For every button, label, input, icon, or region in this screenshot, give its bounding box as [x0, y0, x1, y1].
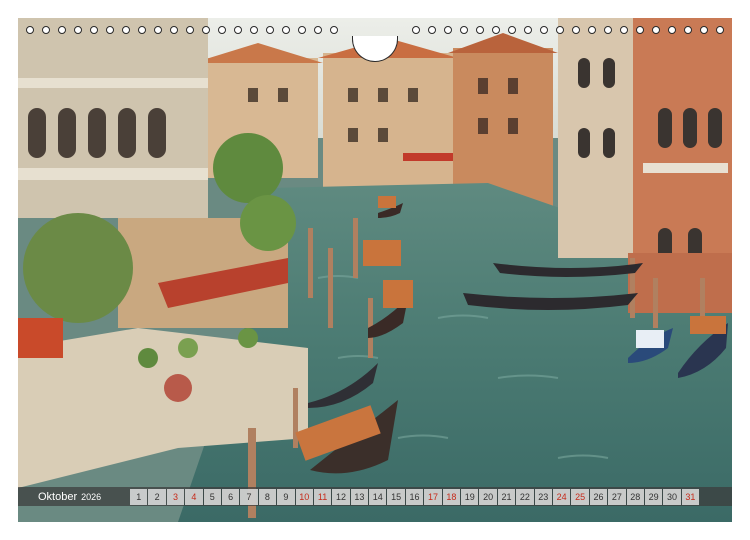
binding-ring	[58, 26, 66, 34]
spiral-binding	[0, 22, 750, 62]
year-label: 2026	[81, 491, 102, 502]
day-cell: 15	[387, 488, 405, 505]
day-cell: 23	[534, 488, 552, 505]
day-cell: 22	[516, 488, 534, 505]
canal-photo	[18, 18, 732, 522]
day-cell: 8	[258, 488, 277, 505]
binding-ring	[170, 26, 178, 34]
day-cell: 17	[424, 488, 442, 505]
binding-ring	[524, 26, 532, 34]
binding-ring	[106, 26, 114, 34]
binding-ring	[250, 26, 258, 34]
binding-ring	[476, 26, 484, 34]
day-cell: 3	[166, 488, 185, 505]
binding-ring	[122, 26, 130, 34]
day-cell: 2	[148, 488, 166, 505]
month-label: Oktober 2026	[18, 491, 130, 503]
binding-ring	[138, 26, 146, 34]
day-cell: 18	[442, 488, 461, 505]
binding-ring	[42, 26, 50, 34]
binding-ring	[330, 26, 338, 34]
binding-ring	[90, 26, 98, 34]
day-cell: 10	[295, 488, 313, 505]
binding-ring	[652, 26, 660, 34]
binding-ring	[588, 26, 596, 34]
binding-ring	[314, 26, 322, 34]
binding-ring	[444, 26, 452, 34]
month-name: Oktober	[38, 490, 78, 503]
day-cell: 31	[681, 488, 700, 505]
binding-ring	[460, 26, 468, 34]
binding-ring	[428, 26, 436, 34]
day-cell: 30	[663, 488, 681, 505]
canal-illustration	[18, 18, 732, 522]
calendar-strip: Oktober 2026 1 2 3 4 5 6 7 8 9 10 11 12 13 14 15 16 17 18 1…	[18, 487, 732, 506]
binding-ring	[508, 26, 516, 34]
binding-ring	[684, 26, 692, 34]
calendar-page: Oktober 2026 1 2 3 4 5 6 7 8 9 10 11 12 13 14 15 16 17 18 1…	[0, 0, 750, 540]
day-cell: 20	[479, 488, 497, 505]
binding-ring	[26, 26, 34, 34]
binding-ring	[604, 26, 612, 34]
binding-ring	[700, 26, 708, 34]
binding-ring	[186, 26, 194, 34]
binding-ring	[636, 26, 644, 34]
day-cell: 25	[571, 488, 589, 505]
day-cell: 12	[332, 488, 350, 505]
binding-ring	[202, 26, 210, 34]
binding-ring	[266, 26, 274, 34]
binding-ring	[412, 26, 420, 34]
day-cell: 7	[240, 488, 258, 505]
day-cell: 29	[644, 488, 663, 505]
day-cell: 5	[203, 488, 221, 505]
day-cell: 27	[608, 488, 626, 505]
day-cell: 4	[185, 488, 203, 505]
day-cell: 28	[626, 488, 644, 505]
day-cell: 9	[277, 488, 295, 505]
day-cell: 21	[497, 488, 516, 505]
binding-ring	[74, 26, 82, 34]
binding-ring	[620, 26, 628, 34]
day-cell: 13	[350, 488, 369, 505]
day-cell: 1	[130, 488, 148, 505]
day-cells: 1 2 3 4 5 6 7 8 9 10 11 12 13 14 15 16 17 18 19 20 21 22 23 24 2…	[130, 488, 700, 505]
day-cell: 14	[369, 488, 387, 505]
binding-ring	[556, 26, 564, 34]
binding-ring	[668, 26, 676, 34]
binding-ring	[218, 26, 226, 34]
day-cell: 16	[405, 488, 424, 505]
binding-ring	[716, 26, 724, 34]
day-cell: 11	[313, 488, 332, 505]
day-cell: 24	[552, 488, 571, 505]
binding-ring	[282, 26, 290, 34]
day-cell: 6	[221, 488, 240, 505]
binding-ring	[572, 26, 580, 34]
binding-ring	[298, 26, 306, 34]
binding-ring	[234, 26, 242, 34]
binding-ring	[492, 26, 500, 34]
day-cell: 19	[461, 488, 479, 505]
binding-ring	[154, 26, 162, 34]
day-cell: 26	[589, 488, 608, 505]
binding-ring	[540, 26, 548, 34]
